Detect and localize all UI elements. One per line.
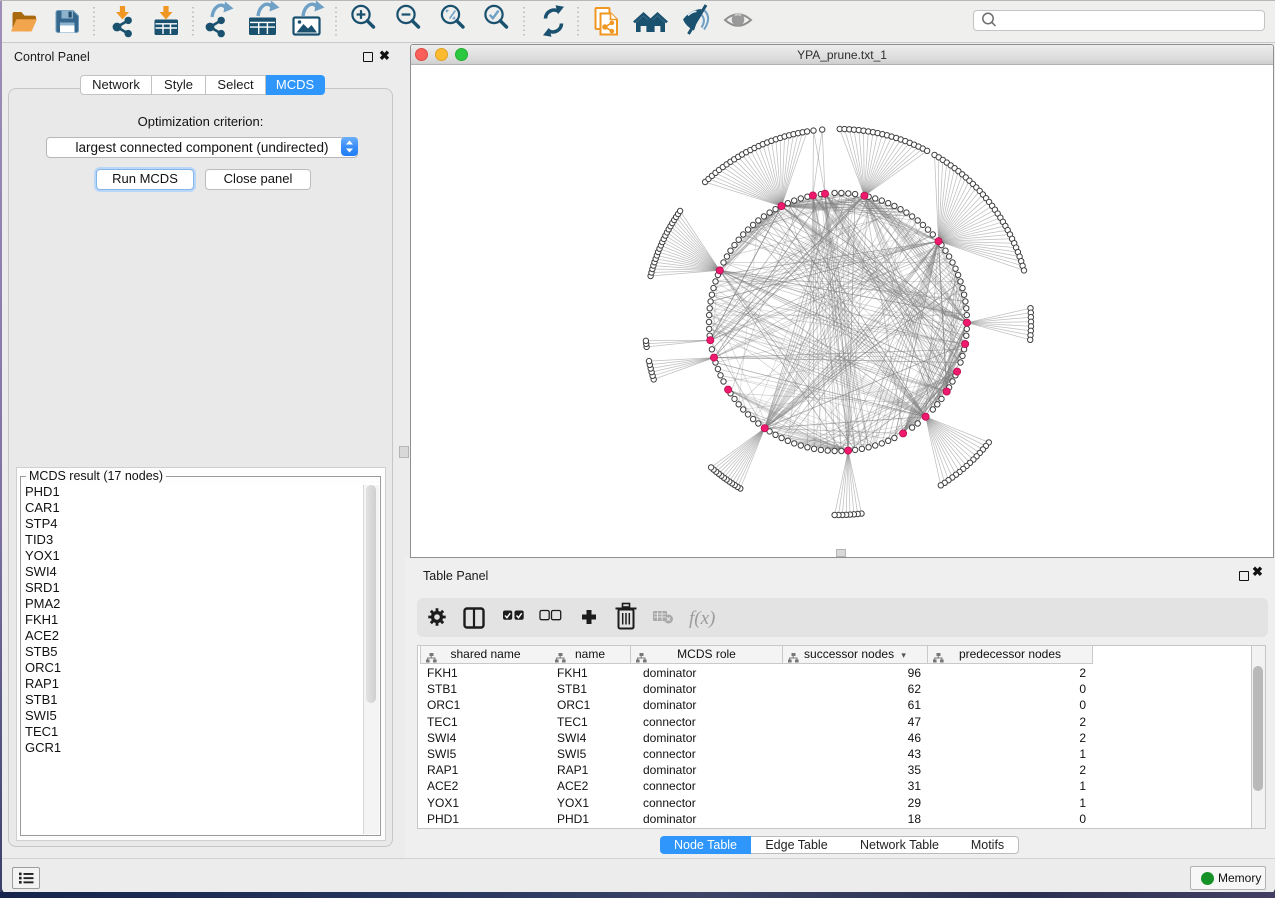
svg-text:f(x): f(x): [689, 608, 715, 629]
